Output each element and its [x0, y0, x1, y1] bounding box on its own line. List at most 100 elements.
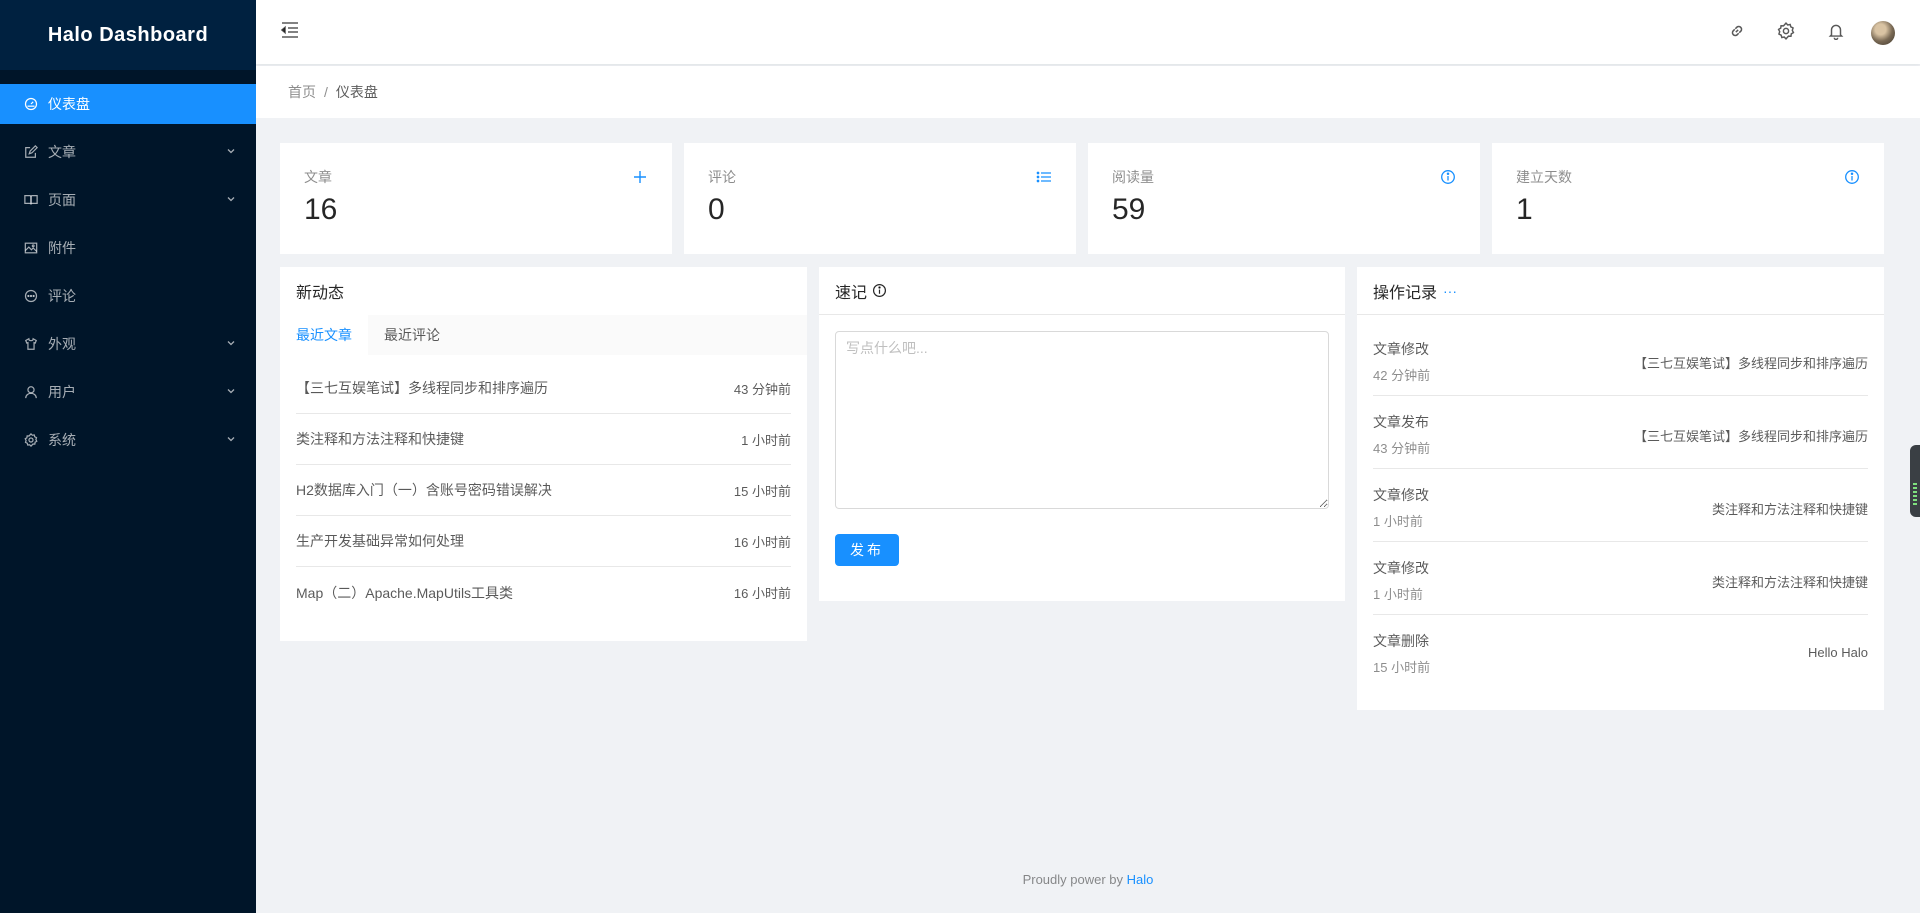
log-time: 1 小时前: [1373, 587, 1423, 602]
sidebar-item-attachments[interactable]: 附件: [0, 228, 256, 268]
info-circle-icon[interactable]: [1844, 169, 1860, 185]
chevron-down-icon: [227, 341, 235, 346]
plus-icon[interactable]: [632, 169, 648, 185]
logs-title: 操作记录: [1373, 284, 1438, 302]
sidebar-item-users[interactable]: 用户: [0, 372, 256, 412]
sidebar: Halo Dashboard 仪表盘 文章 页面 附件 评论 外观 用户 系统: [0, 0, 256, 913]
log-time: 42 分钟前: [1373, 368, 1431, 383]
info-circle-icon[interactable]: [1440, 169, 1456, 185]
post-title-link[interactable]: 【三七互娱笔试】多线程同步和排序遍历: [296, 378, 548, 398]
more-icon[interactable]: ···: [1443, 283, 1457, 299]
list-item: 【三七互娱笔试】多线程同步和排序遍历 43 分钟前: [296, 363, 791, 414]
stat-value: 16: [304, 193, 338, 226]
post-time: 15 小时前: [733, 483, 791, 499]
breadcrumb-separator: /: [324, 84, 328, 100]
activity-tabs: 最近文章 最近评论: [280, 315, 807, 355]
log-content: 【三七互娱笔试】多线程同步和排序遍历: [1633, 429, 1868, 444]
journal-title: 速记: [835, 284, 868, 302]
log-type: 文章发布: [1373, 414, 1429, 430]
log-content: 类注释和方法注释和快捷键: [1711, 502, 1868, 517]
log-item: 文章修改 1 小时前 类注释和方法注释和快捷键: [1373, 542, 1868, 615]
bell-icon[interactable]: [1827, 22, 1845, 40]
log-type: 文章修改: [1373, 341, 1429, 357]
stat-card-views: 阅读量 59: [1088, 143, 1480, 254]
sidebar-item-pages[interactable]: 页面: [0, 180, 256, 220]
tab-recent-posts[interactable]: 最近文章: [280, 315, 368, 355]
post-title-link[interactable]: 类注释和方法注释和快捷键: [296, 429, 464, 449]
chevron-down-icon: [227, 389, 235, 394]
chevron-down-icon: [227, 197, 235, 202]
sidebar-item-label: 仪表盘: [48, 96, 90, 112]
sidebar-item-label: 系统: [48, 432, 76, 448]
sidebar-item-appearance[interactable]: 外观: [0, 324, 256, 364]
setting-icon[interactable]: [1777, 22, 1795, 40]
publish-button[interactable]: 发布: [835, 534, 899, 566]
post-time: 43 分钟前: [733, 381, 791, 397]
avatar[interactable]: [1871, 21, 1895, 45]
menu-fold-icon[interactable]: [280, 20, 300, 40]
log-time: 15 小时前: [1373, 660, 1431, 675]
app-logo[interactable]: Halo Dashboard: [0, 0, 256, 70]
panel-title: 新动态: [296, 285, 345, 302]
panel-title: 速记: [819, 267, 1345, 315]
post-title-link[interactable]: Map（二）Apache.MapUtils工具类: [296, 583, 513, 603]
list-item: 生产开发基础异常如何处理 16 小时前: [296, 516, 791, 567]
sidebar-item-label: 页面: [48, 192, 76, 208]
chevron-down-icon: [227, 437, 235, 442]
sidebar-item-label: 外观: [48, 336, 76, 352]
activity-panel: 新动态 最近文章 最近评论 【三七互娱笔试】多线程同步和排序遍历 43 分钟前 …: [280, 267, 807, 641]
stat-label: 阅读量: [1112, 169, 1154, 185]
log-type: 文章删除: [1373, 633, 1429, 649]
breadcrumb-home[interactable]: 首页: [288, 84, 316, 100]
post-time: 1 小时前: [741, 432, 791, 448]
stat-card-posts: 文章 16: [280, 143, 672, 254]
sidebar-item-posts[interactable]: 文章: [0, 132, 256, 172]
log-content: Hello Halo: [1808, 645, 1868, 660]
dashboard-icon: [24, 97, 38, 111]
sidebar-item-label: 文章: [48, 144, 76, 160]
chevron-down-icon: [227, 149, 235, 154]
sidebar-item-label: 评论: [48, 288, 76, 304]
journal-textarea[interactable]: [835, 331, 1329, 509]
post-title-link[interactable]: H2数据库入门（一）含账号密码错误解决: [296, 480, 552, 500]
breadcrumb: 首页 / 仪表盘: [288, 82, 1888, 102]
footer-link[interactable]: Halo: [1127, 872, 1154, 887]
picture-icon: [24, 241, 38, 255]
log-type: 文章修改: [1373, 487, 1429, 503]
sidebar-item-dashboard[interactable]: 仪表盘: [0, 84, 256, 124]
stat-label: 评论: [708, 169, 736, 185]
top-header: [256, 0, 1920, 64]
log-content: 【三七互娱笔试】多线程同步和排序遍历: [1633, 356, 1868, 371]
setting-icon: [24, 433, 38, 447]
sidebar-item-label: 附件: [48, 240, 76, 256]
stat-card-comments: 评论 0: [684, 143, 1076, 254]
log-item: 文章删除 15 小时前 Hello Halo: [1373, 615, 1868, 688]
journal-panel: 速记 发布: [819, 267, 1345, 601]
log-time: 43 分钟前: [1373, 441, 1431, 456]
list-item: Map（二）Apache.MapUtils工具类 16 小时前: [296, 567, 791, 618]
stat-value: 1: [1516, 193, 1533, 226]
tab-recent-comments[interactable]: 最近评论: [368, 315, 456, 355]
sidebar-item-system[interactable]: 系统: [0, 420, 256, 460]
sidebar-item-comments[interactable]: 评论: [0, 276, 256, 316]
skin-icon: [24, 337, 38, 351]
scroll-handle[interactable]: [1910, 445, 1920, 517]
log-item: 文章修改 42 分钟前 【三七互娱笔试】多线程同步和排序遍历: [1373, 323, 1868, 396]
footer-text: Proudly power by: [1022, 872, 1124, 887]
link-icon[interactable]: [1728, 22, 1746, 40]
log-content: 类注释和方法注释和快捷键: [1711, 575, 1868, 590]
stat-label: 文章: [304, 169, 332, 185]
info-circle-icon[interactable]: [872, 283, 887, 298]
panel-title: 操作记录 ···: [1357, 267, 1884, 315]
stat-card-days: 建立天数 1: [1492, 143, 1884, 254]
post-title-link[interactable]: 生产开发基础异常如何处理: [296, 531, 464, 551]
post-time: 16 小时前: [733, 534, 791, 550]
list-item: H2数据库入门（一）含账号密码错误解决 15 小时前: [296, 465, 791, 516]
unordered-list-icon[interactable]: [1036, 169, 1052, 185]
read-icon: [24, 193, 38, 207]
list-item: 类注释和方法注释和快捷键 1 小时前: [296, 414, 791, 465]
logs-panel: 操作记录 ··· 文章修改 42 分钟前 【三七互娱笔试】多线程同步和排序遍历 …: [1357, 267, 1884, 710]
logs-list: 文章修改 42 分钟前 【三七互娱笔试】多线程同步和排序遍历 文章发布 43 分…: [1357, 315, 1884, 688]
message-icon: [24, 289, 38, 303]
edit-icon: [24, 145, 38, 159]
